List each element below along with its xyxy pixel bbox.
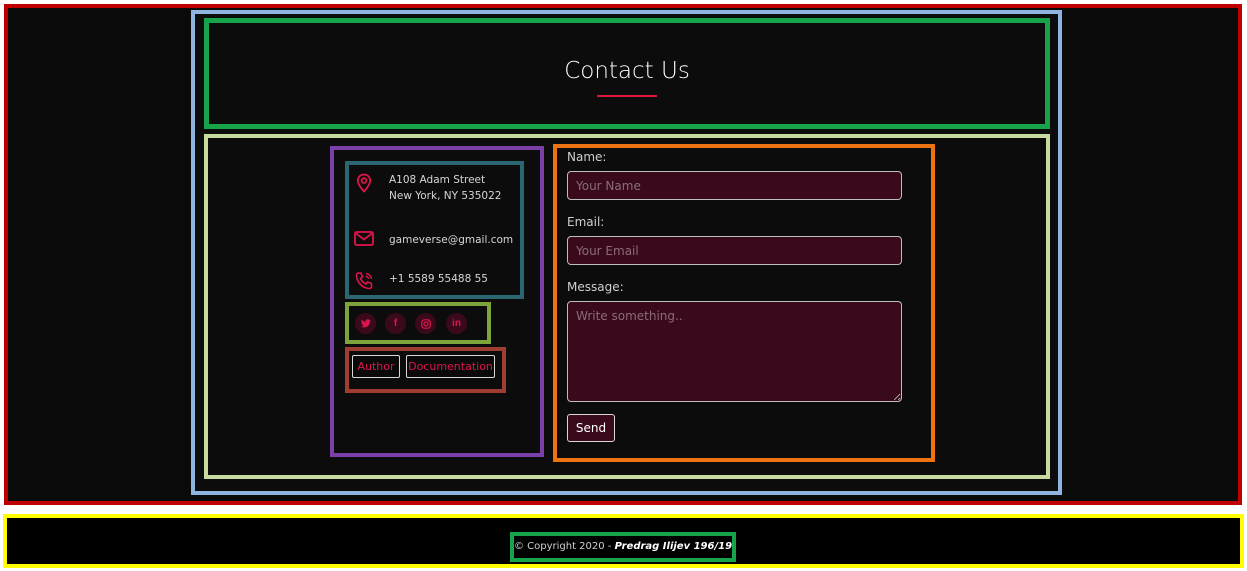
name-label: Name: [567,150,607,164]
mail-icon [354,231,374,251]
linkedin-icon[interactable]: in [446,313,467,334]
email-label: Email: [567,215,605,229]
message-label: Message: [567,280,624,294]
phone-icon [354,271,374,296]
location-pin-icon [356,173,372,198]
address-line-2: New York, NY 535022 [389,190,502,202]
documentation-button[interactable]: Documentation [406,355,495,378]
facebook-icon[interactable]: f [385,313,406,334]
copyright-text: © Copyright 2020 - [513,541,615,552]
footer-copyright: © Copyright 2020 - Predrag Ilijev 196/19 [510,541,736,552]
name-input[interactable] [567,171,902,200]
instagram-icon[interactable] [415,313,436,334]
author-button[interactable]: Author [352,355,400,378]
page-title: Contact Us [564,58,690,84]
email-input[interactable] [567,236,902,265]
phone-number: +1 5589 55488 55 [389,273,488,285]
message-textarea[interactable] [567,301,902,402]
email-address: gameverse@gmail.com [389,234,514,246]
send-button[interactable]: Send [567,414,615,442]
title-underline [597,95,657,97]
twitter-icon[interactable] [355,313,376,334]
footer-author: Predrag Ilijev 196/19 [614,541,733,552]
address-line-1: A108 Adam Street [389,174,486,186]
